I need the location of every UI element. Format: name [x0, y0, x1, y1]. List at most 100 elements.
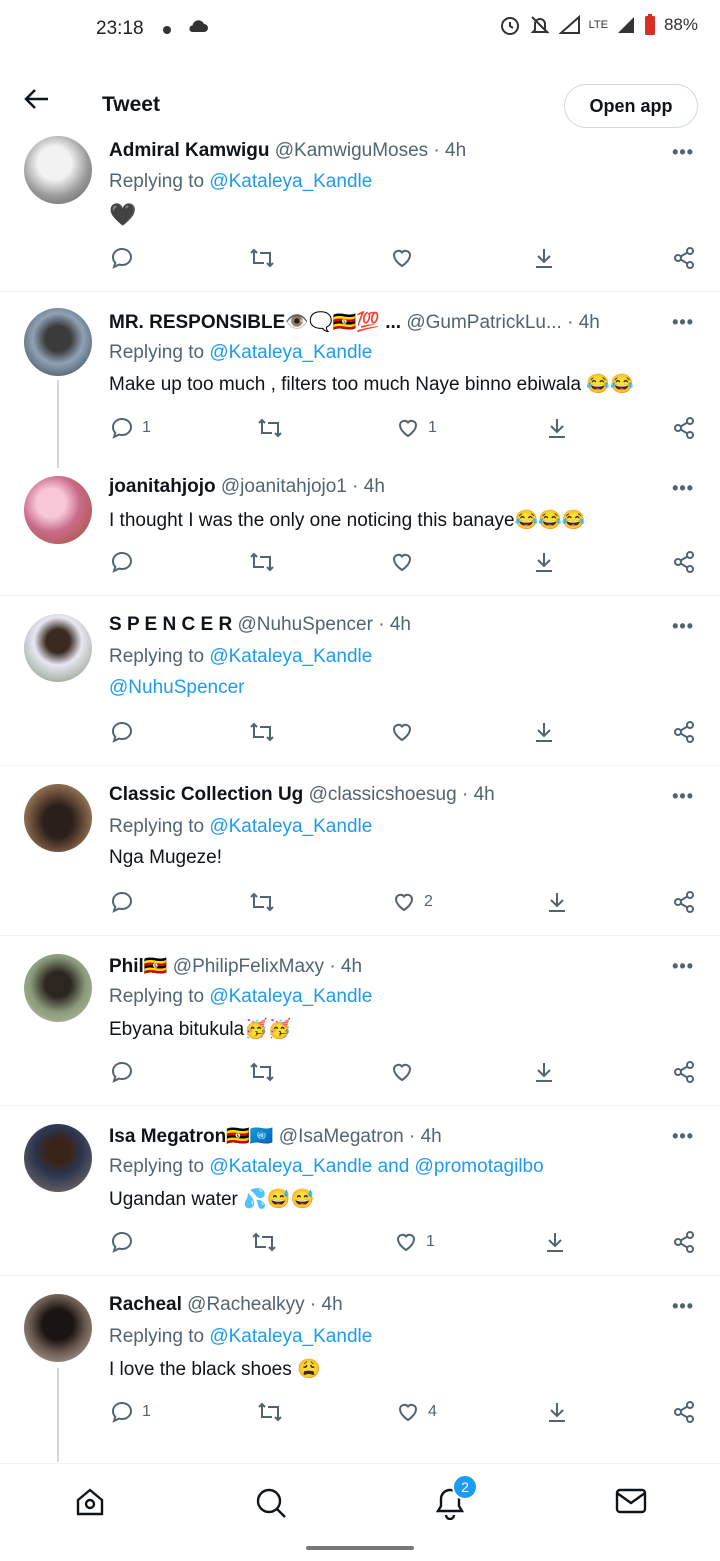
like-button[interactable]: 2 [392, 890, 433, 914]
handle-time[interactable]: @NuhuSpencer · 4h [237, 614, 411, 635]
tweet[interactable]: Racheal @Rachealkyy · 4h ••• Replying to… [0, 1276, 720, 1462]
tweet-text-mention[interactable]: @NuhuSpencer [109, 677, 244, 699]
reply-button[interactable]: 1 [110, 1400, 151, 1424]
tweet[interactable]: Isa Megatron🇺🇬🇺🇳 @IsaMegatron · 4h ••• R… [0, 1106, 720, 1276]
tweet[interactable]: Admiral Kamwigu @KamwiguMoses · 4h ••• R… [0, 130, 720, 292]
avatar[interactable] [24, 784, 92, 852]
share-button[interactable] [672, 246, 696, 270]
share-button[interactable] [672, 890, 696, 914]
tweet[interactable]: Phil🇺🇬 @PhilipFelixMaxy · 4h ••• Replyin… [0, 936, 720, 1106]
retweet-button[interactable] [250, 1230, 278, 1254]
retweet-button[interactable] [248, 1060, 276, 1084]
avatar[interactable] [24, 1294, 92, 1362]
handle-time[interactable]: @Rachealkyy · 4h [187, 1294, 343, 1315]
more-options-icon[interactable]: ••• [672, 1126, 694, 1147]
display-name[interactable]: Isa Megatron🇺🇬🇺🇳 [109, 1126, 274, 1147]
display-name[interactable]: Admiral Kamwigu [109, 140, 269, 161]
reply-button[interactable]: 1 [110, 416, 151, 440]
more-options-icon[interactable]: ••• [672, 312, 694, 333]
download-button[interactable] [545, 890, 569, 914]
download-button[interactable] [532, 720, 556, 744]
avatar[interactable] [24, 308, 92, 376]
download-button[interactable] [532, 1060, 556, 1084]
like-button[interactable]: 4 [396, 1400, 437, 1424]
handle-time[interactable]: @IsaMegatron · 4h [279, 1126, 442, 1147]
download-button[interactable] [545, 416, 569, 440]
handle-time[interactable]: @joanitahjojo1 · 4h [221, 476, 385, 497]
mention-link[interactable]: @Kataleya_Kandle [209, 816, 372, 837]
tweet-actions [0, 1060, 720, 1090]
mention-link[interactable]: @Kataleya_Kandle [209, 646, 372, 667]
more-options-icon[interactable]: ••• [672, 616, 694, 637]
avatar[interactable] [24, 614, 92, 682]
display-name[interactable]: Racheal [109, 1294, 182, 1315]
avatar[interactable] [24, 954, 92, 1022]
reply-button[interactable] [110, 720, 142, 744]
download-button[interactable] [543, 1230, 567, 1254]
like-button[interactable]: 1 [394, 1230, 435, 1254]
mention-link[interactable]: @Kataleya_Kandle and @promotagilbo [209, 1156, 543, 1177]
share-button[interactable] [672, 1230, 696, 1254]
reply-button[interactable] [110, 1060, 142, 1084]
avatar[interactable] [24, 1124, 92, 1192]
handle-time[interactable]: @classicshoesug · 4h [309, 784, 495, 805]
download-button[interactable] [532, 550, 556, 574]
retweet-button[interactable] [248, 246, 276, 270]
reply-button[interactable] [110, 1230, 142, 1254]
home-icon[interactable] [74, 1486, 106, 1518]
mention-link[interactable]: @Kataleya_Kandle [209, 342, 372, 363]
share-button[interactable] [672, 550, 696, 574]
messages-envelope-icon[interactable] [614, 1486, 648, 1516]
more-options-icon[interactable]: ••• [672, 478, 694, 499]
reply-button[interactable] [110, 890, 142, 914]
share-button[interactable] [672, 1060, 696, 1084]
home-indicator[interactable] [306, 1546, 414, 1550]
retweet-button[interactable] [256, 1400, 284, 1424]
search-icon[interactable] [254, 1486, 288, 1520]
handle-time[interactable]: @PhilipFelixMaxy · 4h [173, 956, 362, 977]
open-app-button[interactable]: Open app [564, 84, 698, 128]
more-options-icon[interactable]: ••• [672, 956, 694, 977]
reply-button[interactable] [110, 550, 142, 574]
tweet[interactable]: joanitahjojo @joanitahjojo1 · 4h ••• I t… [0, 462, 720, 596]
mention-link[interactable]: @Kataleya_Kandle [209, 986, 372, 1007]
retweet-icon [250, 722, 274, 742]
tweet[interactable]: MR. RESPONSIBLE👁️🗨️🇺🇬💯 ... @GumPatrickLu… [0, 292, 720, 468]
like-button[interactable] [390, 246, 422, 270]
handle-time[interactable]: @GumPatrickLu... · 4h [406, 312, 600, 333]
like-button[interactable] [390, 720, 422, 744]
mention-link[interactable]: @Kataleya_Kandle [209, 171, 372, 192]
mention-link[interactable]: @Kataleya_Kandle [209, 1326, 372, 1347]
more-options-icon[interactable]: ••• [672, 786, 694, 807]
share-button[interactable] [672, 1400, 696, 1424]
retweet-button[interactable] [248, 720, 276, 744]
retweet-button[interactable] [248, 890, 276, 914]
download-icon [549, 893, 565, 912]
download-icon [547, 1233, 563, 1252]
more-options-icon[interactable]: ••• [672, 142, 694, 163]
share-button[interactable] [672, 720, 696, 744]
back-arrow-icon[interactable] [24, 88, 50, 110]
tweet[interactable]: S P E N C E R @NuhuSpencer · 4h ••• Repl… [0, 596, 720, 766]
reply-button[interactable] [110, 246, 142, 270]
like-button[interactable]: 1 [396, 416, 437, 440]
display-name[interactable]: S P E N C E R [109, 614, 232, 635]
display-name[interactable]: MR. RESPONSIBLE👁️🗨️🇺🇬💯 ... [109, 312, 401, 333]
retweet-button[interactable] [248, 550, 276, 574]
retweet-button[interactable] [256, 416, 284, 440]
display-name[interactable]: joanitahjojo [109, 476, 216, 497]
handle-time[interactable]: @KamwiguMoses · 4h [275, 140, 466, 161]
avatar[interactable] [24, 136, 92, 204]
share-button[interactable] [672, 416, 696, 440]
avatar[interactable] [24, 476, 92, 544]
like-button[interactable] [390, 1060, 422, 1084]
tweet-text: Ebyana bitukula🥳🥳 [109, 1019, 292, 1040]
download-button[interactable] [532, 246, 556, 270]
more-options-icon[interactable]: ••• [672, 1296, 694, 1317]
display-name[interactable]: Phil🇺🇬 [109, 956, 168, 977]
display-name[interactable]: Classic Collection Ug [109, 784, 303, 805]
download-button[interactable] [545, 1400, 569, 1424]
replies-feed[interactable]: Admiral Kamwigu @KamwiguMoses · 4h ••• R… [0, 0, 720, 1462]
like-button[interactable] [390, 550, 422, 574]
tweet[interactable]: Classic Collection Ug @classicshoesug · … [0, 766, 720, 936]
